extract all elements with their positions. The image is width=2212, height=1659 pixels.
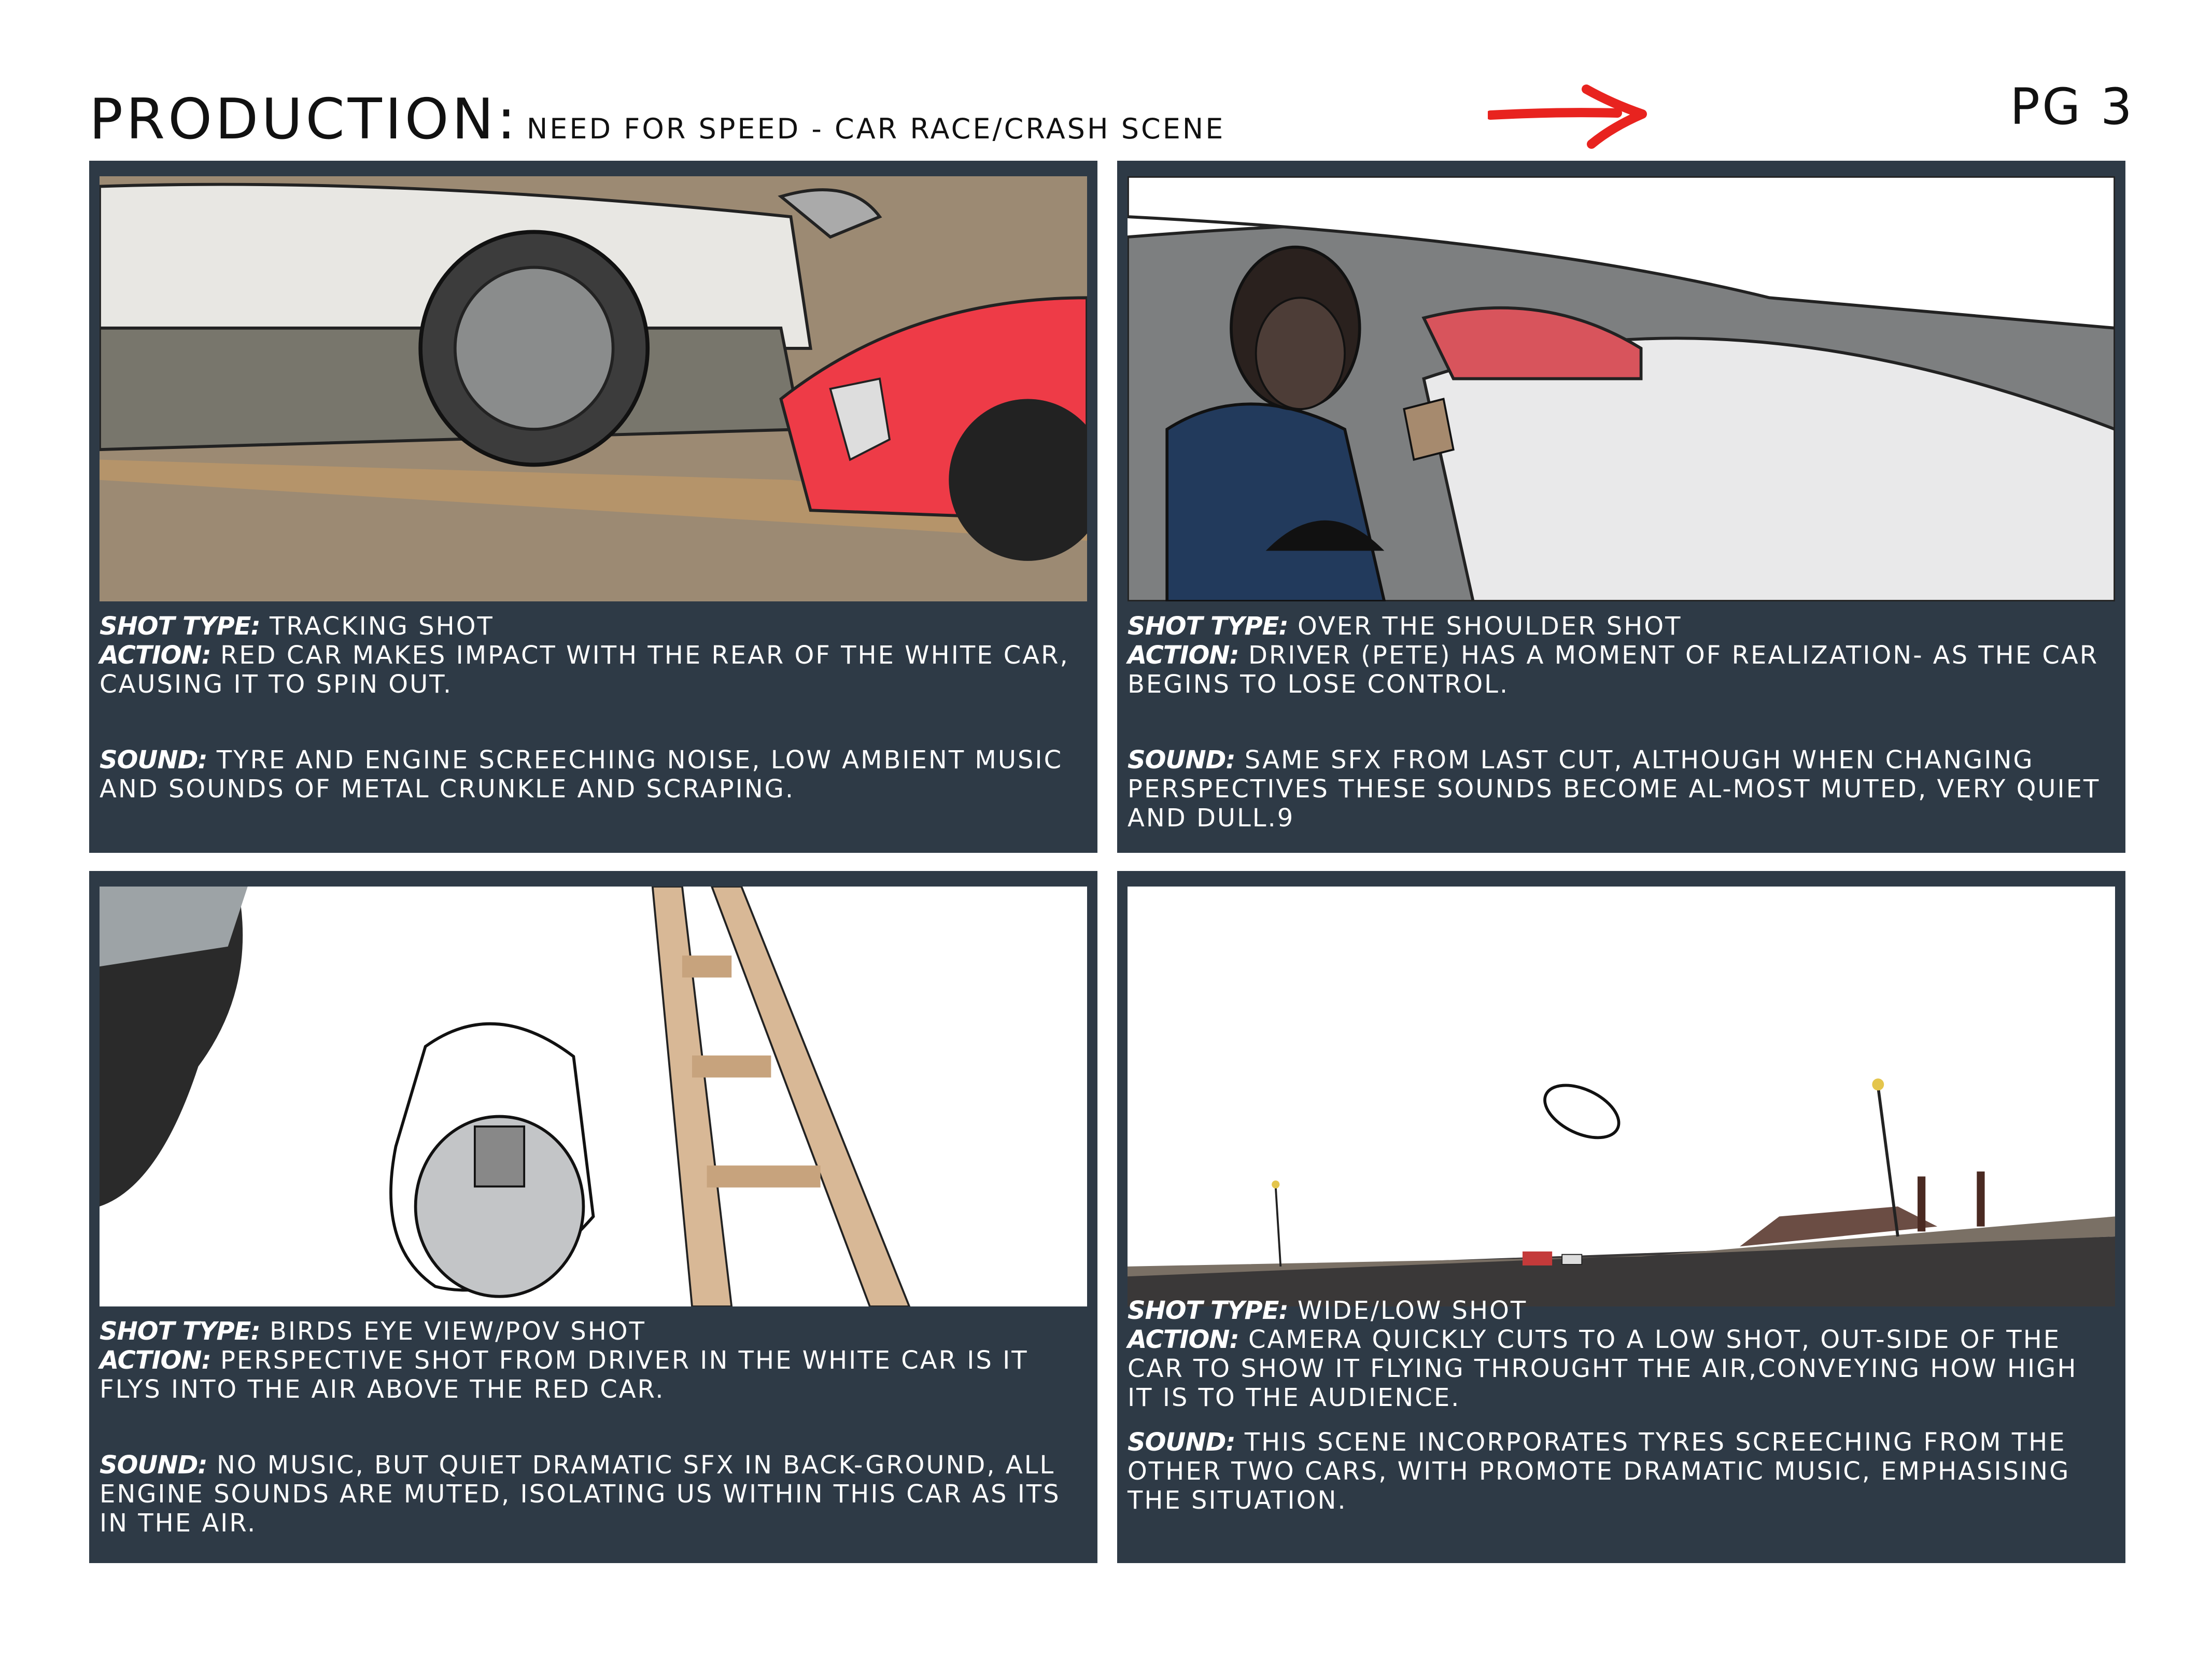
sound-text: NO MUSIC, BUT QUIET DRAMATIC SFX IN BACK… <box>100 1451 1061 1538</box>
sound-label: SOUND: <box>1128 746 1236 775</box>
shot-type-label: SHOT TYPE: <box>100 612 261 641</box>
sound-text: THIS SCENE INCORPORATES TYRES SCREECHING… <box>1128 1428 2070 1515</box>
action-label: ACTION: <box>100 641 212 670</box>
action-text: DRIVER (PETE) HAS A MOMENT OF REALIZATIO… <box>1128 641 2099 699</box>
panel-1-illustration <box>100 176 1087 601</box>
header-title: PRODUCTION: NEED FOR SPEED - CAR RACE/CR… <box>89 87 1225 152</box>
page-number: PG 3 <box>2010 78 2134 136</box>
sound-text: SAME SFX FROM LAST CUT, ALTHOUGH WHEN CH… <box>1128 746 2101 833</box>
panel-4-illustration <box>1128 887 2115 1306</box>
storyboard-panel-2: SHOT TYPE: OVER THE SHOULDER SHOT ACTION… <box>1117 161 2125 853</box>
sound-label: SOUND: <box>100 746 208 775</box>
shot-type-value: WIDE/LOW SHOT <box>1297 1296 1528 1325</box>
red-arrow-right-icon <box>1488 85 1647 149</box>
shot-type-label: SHOT TYPE: <box>100 1317 261 1346</box>
storyboard-panel-3: SHOT TYPE: BIRDS EYE VIEW/POV SHOT ACTIO… <box>89 871 1097 1563</box>
storyboard-panel-1: SHOT TYPE: TRACKING SHOT ACTION: RED CAR… <box>89 161 1097 853</box>
action-text: CAMERA QUICKLY CUTS TO A LOW SHOT, OUT-S… <box>1128 1325 2078 1412</box>
action-label: ACTION: <box>1128 641 1239 670</box>
action-label: ACTION: <box>100 1346 212 1375</box>
production-label: PRODUCTION: <box>89 87 519 152</box>
shot-type-label: SHOT TYPE: <box>1128 1296 1289 1325</box>
shot-type-value: TRACKING SHOT <box>269 612 494 641</box>
action-text: RED CAR MAKES IMPACT WITH THE REAR OF TH… <box>100 641 1069 699</box>
shot-type-label: SHOT TYPE: <box>1128 612 1289 641</box>
sound-text: TYRE AND ENGINE SCREECHING NOISE, LOW AM… <box>100 746 1063 804</box>
sound-label: SOUND: <box>100 1451 208 1480</box>
panel-2-illustration <box>1128 176 2115 601</box>
action-label: ACTION: <box>1128 1325 1239 1354</box>
scene-title: NEED FOR SPEED - CAR RACE/CRASH SCENE <box>526 113 1225 145</box>
shot-type-value: OVER THE SHOULDER SHOT <box>1297 612 1682 641</box>
panel-3-illustration <box>100 887 1087 1306</box>
storyboard-panel-4: SHOT TYPE: WIDE/LOW SHOT ACTION: CAMERA … <box>1117 871 2125 1563</box>
sound-label: SOUND: <box>1128 1428 1236 1457</box>
action-text: PERSPECTIVE SHOT FROM DRIVER IN THE WHIT… <box>100 1346 1028 1404</box>
shot-type-value: BIRDS EYE VIEW/POV SHOT <box>269 1317 646 1346</box>
